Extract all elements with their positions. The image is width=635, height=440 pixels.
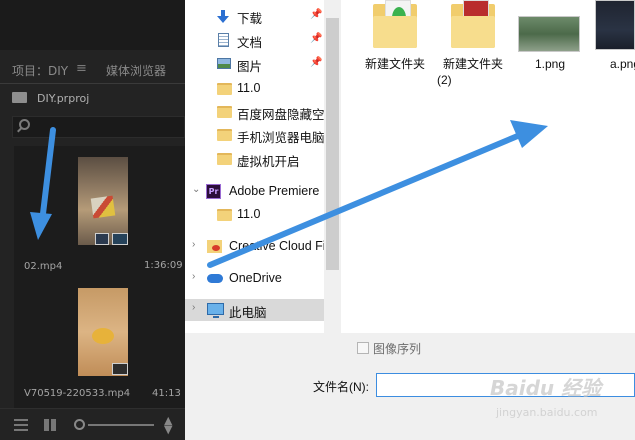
zoom-icon — [74, 419, 85, 430]
pin-icon: 📌 — [310, 33, 323, 44]
nav-item-adobe-premiere[interactable]: ⌄ Pr Adobe Premiere — [185, 181, 325, 203]
panel-top-area — [0, 0, 185, 50]
video-badge-icon — [95, 233, 109, 245]
nav-item-label: 虚拟机开启 — [237, 155, 300, 169]
list-view-icon[interactable] — [14, 419, 28, 431]
navigation-pane: 下载 📌 文档 📌 图片 📌 11.0 百度网盘隐藏空间 手机浏览器电脑 虚拟机… — [185, 0, 325, 333]
panel-tabs: 项目：DIY ≡ 媒体浏览器 — [0, 58, 185, 84]
search-icon — [19, 119, 30, 130]
nav-item-label: OneDrive — [229, 271, 282, 285]
premiere-project-panel: 项目：DIY ≡ 媒体浏览器 DIY.prproj 02.mp4 1:36:09… — [0, 0, 185, 440]
chevron-right-icon[interactable]: › — [192, 271, 195, 282]
download-icon — [217, 10, 229, 23]
project-file-row: DIY.prproj — [12, 92, 89, 108]
nav-item-folder[interactable]: 11.0 — [185, 204, 325, 226]
nav-item-pictures[interactable]: 图片 📌 — [185, 53, 325, 75]
tab-menu-icon[interactable]: ≡ — [76, 61, 87, 76]
chevron-right-icon[interactable]: › — [192, 239, 195, 250]
folder-icon — [217, 209, 232, 221]
folder-icon — [217, 83, 232, 95]
file-name: 新建文件夹 — [364, 57, 425, 71]
icon-view-icon[interactable] — [44, 419, 58, 431]
tab-media-browser[interactable]: 媒体浏览器 — [106, 62, 166, 79]
chevron-down-icon[interactable]: ⌄ — [192, 184, 200, 195]
nav-item-documents[interactable]: 文档 📌 — [185, 29, 325, 51]
project-file-name: DIY.prproj — [37, 92, 90, 105]
audio-badge-icon — [112, 363, 128, 375]
folder-icon — [451, 0, 495, 50]
image-sequence-label: 图像序列 — [373, 342, 422, 356]
image-sequence-checkbox[interactable] — [357, 342, 369, 354]
clip-duration: 41:13 — [152, 388, 181, 398]
nav-item-label: 下载 — [237, 12, 263, 26]
folder-icon — [217, 129, 232, 141]
nav-item-label: 手机浏览器电脑 — [237, 131, 325, 145]
nav-item-label: 百度网盘隐藏空间 — [237, 108, 325, 122]
nav-item-label: Creative Cloud Files — [229, 239, 325, 253]
pin-icon: 📌 — [310, 57, 323, 68]
nav-item-label: 11.0 — [237, 81, 261, 95]
image-thumbnail — [595, 0, 635, 50]
premiere-icon: Pr — [206, 184, 221, 199]
sort-arrows-icon[interactable]: ▲ ▼ — [164, 415, 172, 435]
nav-item-creative-cloud[interactable]: › Creative Cloud Files — [185, 236, 325, 258]
file-name: 新建文件夹 (2) — [437, 57, 503, 87]
this-pc-icon — [207, 303, 224, 318]
folder-icon — [217, 106, 232, 118]
scrollbar-thumb[interactable] — [326, 18, 339, 270]
tab-project[interactable]: 项目：DIY — [12, 62, 68, 79]
nav-item-label: 此电脑 — [229, 306, 267, 320]
folder-icon — [373, 0, 417, 50]
nav-item-label: 图片 — [237, 60, 263, 74]
nav-item-onedrive[interactable]: › OneDrive — [185, 268, 325, 290]
clip-duration: 1:36:09 — [144, 260, 183, 271]
toy-image — [92, 328, 114, 344]
file-name: a.png — [610, 57, 635, 71]
pin-icon: 📌 — [310, 9, 323, 20]
filename-label: 文件名(N): — [313, 380, 369, 394]
clip-name[interactable]: V70519-220533.mp4 — [24, 388, 130, 398]
nav-item-label: Adobe Premiere — [229, 184, 320, 198]
nav-item-label: 11.0 — [237, 207, 261, 221]
folder-icon — [217, 153, 232, 165]
nav-item-folder[interactable]: 百度网盘隐藏空间 — [185, 101, 325, 123]
creative-cloud-folder-icon — [207, 240, 222, 253]
nav-item-folder[interactable]: 手机浏览器电脑 — [185, 124, 325, 146]
rubiks-cube-image — [90, 195, 116, 219]
file-list: 新建文件夹 新建文件夹 (2) 1.png a.png — [341, 0, 635, 333]
clip-thumbnail[interactable] — [78, 157, 128, 245]
picture-icon — [217, 58, 231, 69]
dialog-footer: 图像序列 文件名(N): — [185, 333, 635, 440]
chevron-right-icon[interactable]: › — [192, 302, 195, 313]
nav-item-this-pc[interactable]: › 此电脑 — [185, 299, 325, 321]
nav-item-downloads[interactable]: 下载 📌 — [185, 5, 325, 27]
nav-item-label: 文档 — [237, 36, 263, 50]
nav-item-folder[interactable]: 虚拟机开启 — [185, 148, 325, 170]
clip-name[interactable]: 02.mp4 — [24, 261, 62, 272]
nav-scrollbar[interactable] — [324, 0, 341, 333]
filename-input[interactable] — [376, 373, 635, 397]
audio-badge-icon — [112, 233, 128, 245]
project-search-input[interactable] — [12, 116, 185, 138]
file-name: 1.png — [534, 57, 566, 71]
nav-item-folder[interactable]: 11.0 — [185, 78, 325, 100]
bin-folder-icon — [12, 92, 27, 103]
image-thumbnail — [518, 16, 580, 52]
panel-bottom-bar: ▲ ▼ — [0, 408, 185, 440]
zoom-slider[interactable] — [88, 424, 154, 426]
document-icon — [218, 33, 229, 47]
onedrive-icon — [207, 274, 223, 283]
